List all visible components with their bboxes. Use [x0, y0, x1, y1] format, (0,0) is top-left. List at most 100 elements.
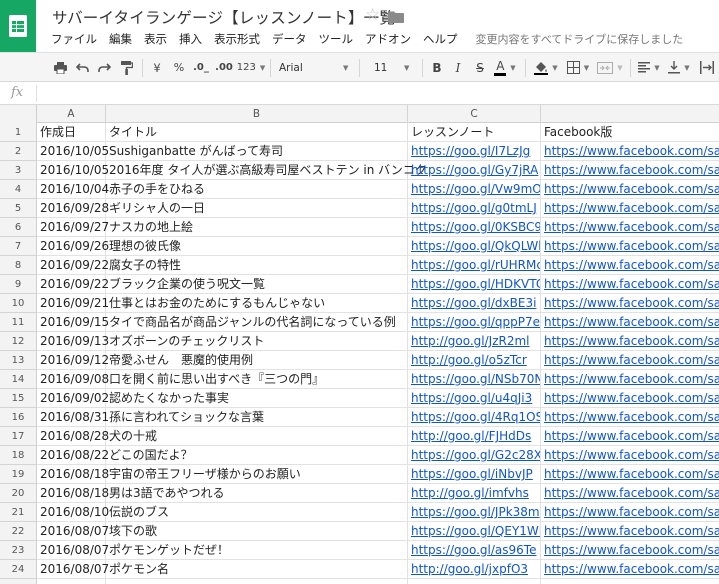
more-formats-button[interactable]: 123 ▼ — [237, 53, 265, 82]
cell-date[interactable]: 2016/09/21 — [37, 294, 109, 313]
cell-date[interactable]: 2016/09/15 — [37, 313, 109, 332]
document-title[interactable]: サバーイタイランゲージ【レッスンノート】一覧 — [52, 6, 395, 28]
cell-lesson-note-link[interactable]: http://goo.gl/JzR2ml — [408, 332, 541, 351]
vertical-align-button[interactable]: ▼ — [666, 53, 692, 82]
cell-lesson-note-link[interactable]: https://goo.gl/Vw9mOt — [408, 180, 541, 199]
cell-date[interactable]: 2016/09/13 — [37, 332, 109, 351]
cell-facebook-link[interactable]: https://www.facebook.com/sabai — [541, 370, 719, 389]
cell-lesson-note-link[interactable]: http://goo.gl/jxpfO3 — [408, 560, 541, 579]
save-status[interactable]: 変更内容をすべてドライブに保存しました — [476, 31, 684, 47]
cell-lesson-note-link[interactable]: http://goo.gl/FJHdDs — [408, 427, 541, 446]
cell-date[interactable]: 2016/09/22 — [37, 275, 109, 294]
cell-facebook-link[interactable]: https://www.facebook.com/sabai — [541, 275, 719, 294]
row-number[interactable]: 16 — [0, 408, 37, 427]
formula-input[interactable] — [42, 85, 712, 102]
cell-date[interactable]: 2016/08/18 — [37, 465, 109, 484]
cell-facebook-link[interactable]: https://www.facebook.com/sabai — [541, 199, 719, 218]
row-number[interactable]: 15 — [0, 389, 37, 408]
cell-facebook-link[interactable]: https://www.facebook.com/sabai — [541, 465, 719, 484]
font-family-select[interactable]: Arial ▼ — [279, 58, 351, 78]
cell-title[interactable] — [106, 579, 408, 584]
row-number[interactable]: 7 — [0, 237, 37, 256]
undo-button[interactable] — [72, 53, 92, 82]
column-header-b[interactable]: B — [106, 105, 408, 123]
row-number[interactable]: 23 — [0, 541, 37, 560]
row-number[interactable]: 21 — [0, 503, 37, 522]
cell-facebook-link[interactable]: https://www.facebook.com/sabai — [541, 313, 719, 332]
menu-addons[interactable]: アドオン — [365, 31, 411, 47]
cell-date[interactable]: 2016/10/04 — [37, 180, 109, 199]
cell-title[interactable]: どこの国だよ？ — [106, 446, 408, 465]
row-number[interactable]: 18 — [0, 446, 37, 465]
select-all-corner[interactable] — [0, 105, 37, 123]
column-header-a[interactable]: A — [37, 105, 106, 123]
cell-facebook-link[interactable]: https://www.facebook.com/sabai — [541, 180, 719, 199]
cell-title[interactable]: ナスカの地上絵 — [106, 218, 408, 237]
row-number[interactable]: 1 — [0, 123, 37, 142]
cell-facebook-link[interactable]: https://www.facebook.com/sabai — [541, 161, 719, 180]
menu-file[interactable]: ファイル — [51, 31, 97, 47]
menu-tools[interactable]: ツール — [319, 31, 354, 47]
cell-facebook-link[interactable]: https://www.facebook.com/sabai — [541, 256, 719, 275]
cell-date[interactable]: 2016/08/07 — [37, 541, 109, 560]
cell-date[interactable]: 2016/09/02 — [37, 389, 109, 408]
cell-facebook-link[interactable]: https://www.facebook.com/sabai — [541, 541, 719, 560]
row-number[interactable]: 3 — [0, 161, 37, 180]
cell-title[interactable]: 理想の彼氏像 — [106, 237, 408, 256]
cell-facebook-link[interactable]: https://www.facebook.com/sabai — [541, 351, 719, 370]
column-header-c[interactable]: C — [408, 105, 541, 123]
header-cell-facebook[interactable]: Facebook版 — [541, 123, 719, 142]
cell-title[interactable]: ギリシャ人の一日 — [106, 199, 408, 218]
header-cell-title[interactable]: タイトル — [106, 123, 408, 142]
sheets-logo[interactable] — [0, 0, 36, 52]
cell-date[interactable]: 2016/08/07 — [37, 560, 109, 579]
cell-date[interactable]: 2016/08/31 — [37, 408, 109, 427]
cell-lesson-note-link[interactable]: https://goo.gl/G2c28X — [408, 446, 541, 465]
cell-facebook-link[interactable]: https://www.facebook.com/sabai — [541, 294, 719, 313]
cell-title[interactable]: 孫に言われてショックな言葉 — [106, 408, 408, 427]
cell-lesson-note-link[interactable]: https://goo.gl/NSb70N — [408, 370, 541, 389]
row-number[interactable]: 13 — [0, 351, 37, 370]
cell-title[interactable]: 口を開く前に思い出すべき『三つの門』 — [106, 370, 408, 389]
cell-date[interactable]: 2016/08/22 — [37, 446, 109, 465]
currency-button[interactable]: ¥ — [149, 53, 165, 82]
cell-date[interactable]: 2016/10/05 — [37, 142, 109, 161]
cell-date[interactable]: 2016/09/28 — [37, 199, 109, 218]
cell-title[interactable]: 伝説のブス — [106, 503, 408, 522]
text-color-button[interactable]: A ▼ — [492, 53, 518, 82]
cell-date[interactable]: 2016/09/08 — [37, 370, 109, 389]
cell-date[interactable]: 2016/10/05 — [37, 161, 109, 180]
cell-lesson-note-link[interactable]: https://goo.gl/0KSBC9 — [408, 218, 541, 237]
column-header-d[interactable] — [541, 105, 719, 123]
cell-date[interactable]: 2016/09/12 — [37, 351, 109, 370]
cell-lesson-note-link[interactable]: https://goo.gl/u4qJi3 — [408, 389, 541, 408]
merge-cells-button[interactable]: ▼ — [595, 53, 625, 82]
cell-title[interactable]: 赤子の手をひねる — [106, 180, 408, 199]
cell-lesson-note-link[interactable]: https://goo.gl/Gy7jRA — [408, 161, 541, 180]
star-icon[interactable]: ☆ — [365, 5, 380, 25]
cell-lesson-note-link[interactable]: https://goo.gl/qppP7e — [408, 313, 541, 332]
cell-lesson-note-link[interactable]: http://goo.gl/imfvhs — [408, 484, 541, 503]
cell-title[interactable]: Sushiganbatte がんばって寿司 — [106, 142, 408, 161]
cell-lesson-note-link[interactable]: https://goo.gl/as96Te — [408, 541, 541, 560]
cell-facebook-link[interactable]: https://www.facebook.com/sabai — [541, 446, 719, 465]
folder-icon[interactable] — [388, 11, 404, 23]
cell-facebook-link[interactable]: https://www.facebook.com/sabai — [541, 237, 719, 256]
cell-lesson-note-link[interactable]: https://goo.gl/dxBE3i — [408, 294, 541, 313]
menu-format[interactable]: 表示形式 — [214, 31, 260, 47]
bold-button[interactable]: B — [428, 53, 446, 82]
cell-title[interactable]: 帝愛ふせん 悪魔的使用例 — [106, 351, 408, 370]
row-number[interactable]: 17 — [0, 427, 37, 446]
row-number[interactable]: 14 — [0, 370, 37, 389]
row-number[interactable]: 4 — [0, 180, 37, 199]
cell-facebook-link[interactable]: https://www.facebook.com/sabai — [541, 427, 719, 446]
cell-lesson-note-link[interactable]: https://goo.gl/rUHRMc — [408, 256, 541, 275]
cell-date[interactable]: 2016/08/10 — [37, 503, 109, 522]
cell-date[interactable] — [37, 579, 106, 584]
font-size-select[interactable]: 11 ▼ — [374, 58, 414, 78]
cell-facebook-link[interactable]: https://www.facebook.com/sabai — [541, 560, 719, 579]
cell-facebook-link[interactable]: https://www.facebook.com/sabai — [541, 408, 719, 427]
row-number[interactable]: 19 — [0, 465, 37, 484]
cell-date[interactable]: 2016/08/28 — [37, 427, 109, 446]
cell-title[interactable]: 犬の十戒 — [106, 427, 408, 446]
